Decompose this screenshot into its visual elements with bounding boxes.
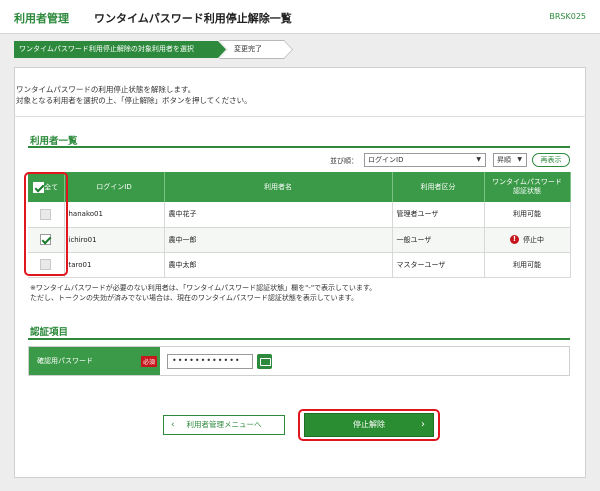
- page-header: 利用者管理 ワンタイムパスワード利用停止解除一覧 BRSK025: [0, 0, 600, 34]
- note-line: ※ワンタイムパスワードが必要のない利用者は、「ワンタイムパスワード認証状態」欄を…: [30, 284, 377, 292]
- column-login-id: ログインID: [64, 172, 165, 202]
- intro-line: ワンタイムパスワードの利用停止状態を解除します。: [16, 85, 196, 94]
- chevron-down-icon: ▼: [517, 156, 522, 163]
- sort-key-value: ログインID: [368, 156, 404, 164]
- column-otp-status-line: 認証状態: [513, 187, 541, 195]
- user-name-cell: 農中一郎: [164, 227, 393, 253]
- login-id-cell: hanako01: [64, 202, 165, 228]
- chevron-left-icon: ‹: [171, 420, 175, 430]
- alert-icon: !: [510, 235, 519, 244]
- category-label: 利用者管理: [14, 12, 69, 25]
- user-type-cell: マスターユーザ: [392, 252, 485, 278]
- checkbox-highlight: [24, 172, 68, 276]
- column-otp-status: ワンタイムパスワード 認証状態: [484, 172, 571, 202]
- sort-order-value: 昇順: [497, 156, 511, 164]
- auth-row: 確認用パスワード 必須 ••••••••••••: [28, 346, 570, 376]
- sort-label: 並び順：: [330, 157, 358, 165]
- page-title: ワンタイムパスワード利用停止解除一覧: [94, 12, 292, 25]
- sort-order-select[interactable]: 昇順 ▼: [493, 153, 527, 167]
- note-line: ただし、トークンの失効が済みでない場合は、現在のワンタイムパスワード認証状態を表…: [30, 294, 358, 302]
- heading-underline: [28, 146, 570, 148]
- column-user-type: 利用者区分: [392, 172, 485, 202]
- confirm-password-input[interactable]: ••••••••••••: [167, 354, 253, 369]
- login-id-cell: taro01: [64, 252, 165, 278]
- redisplay-button[interactable]: 再表示: [532, 153, 570, 167]
- intro-line: 対象となる利用者を選択の上、「停止解除」ボタンを押してください。: [16, 96, 252, 105]
- otp-status-cell: 利用可能: [484, 252, 571, 278]
- step-complete: 変更完了: [220, 41, 292, 58]
- keyboard-icon[interactable]: [257, 354, 272, 369]
- divider: [14, 116, 586, 117]
- table-row: hanako01 農中花子 管理者ユーザ 利用可能: [28, 202, 571, 228]
- chevron-right-icon: ›: [421, 419, 425, 430]
- screen-code: BRSK025: [549, 12, 586, 21]
- sort-key-select[interactable]: ログインID ▼: [364, 153, 486, 167]
- login-id-cell: ichiro01: [64, 227, 165, 253]
- user-table: 全て ログインID 利用者名 利用者区分 ワンタイムパスワード 認証状態 han…: [28, 172, 571, 278]
- step-indicator: ワンタイムパスワード利用停止解除の対象利用者を選択 変更完了: [14, 40, 314, 59]
- heading-underline: [28, 338, 570, 340]
- otp-status-text: 停止中: [523, 235, 544, 244]
- user-list-heading: 利用者一覧: [30, 136, 78, 147]
- table-row: taro01 農中太郎 マスターユーザ 利用可能: [28, 252, 571, 278]
- column-otp-status-line: ワンタイムパスワード: [492, 178, 562, 186]
- user-name-cell: 農中花子: [164, 202, 393, 228]
- step-select-user: ワンタイムパスワード利用停止解除の対象利用者を選択: [14, 41, 226, 58]
- submit-button-label: 停止解除: [353, 420, 385, 429]
- chevron-down-icon: ▼: [476, 156, 481, 163]
- cancel-suspension-button[interactable]: 停止解除 ›: [304, 413, 434, 437]
- otp-status-cell: ! 停止中: [484, 227, 571, 253]
- user-type-cell: 管理者ユーザ: [392, 202, 485, 228]
- table-row: ichiro01 農中一郎 一般ユーザ ! 停止中: [28, 227, 571, 253]
- intro-text: ワンタイムパスワードの利用停止状態を解除します。 対象となる利用者を選択の上、「…: [16, 84, 252, 106]
- otp-status-cell: 利用可能: [484, 202, 571, 228]
- user-name-cell: 農中太郎: [164, 252, 393, 278]
- table-notes: ※ワンタイムパスワードが必要のない利用者は、「ワンタイムパスワード認証状態」欄を…: [30, 283, 376, 303]
- user-type-cell: 一般ユーザ: [392, 227, 485, 253]
- auth-heading: 認証項目: [30, 327, 69, 338]
- back-to-menu-button[interactable]: ‹ 利用者管理メニューへ: [163, 415, 285, 435]
- required-badge: 必須: [141, 356, 158, 367]
- column-user-name: 利用者名: [164, 172, 393, 202]
- back-button-label: 利用者管理メニューへ: [186, 420, 262, 429]
